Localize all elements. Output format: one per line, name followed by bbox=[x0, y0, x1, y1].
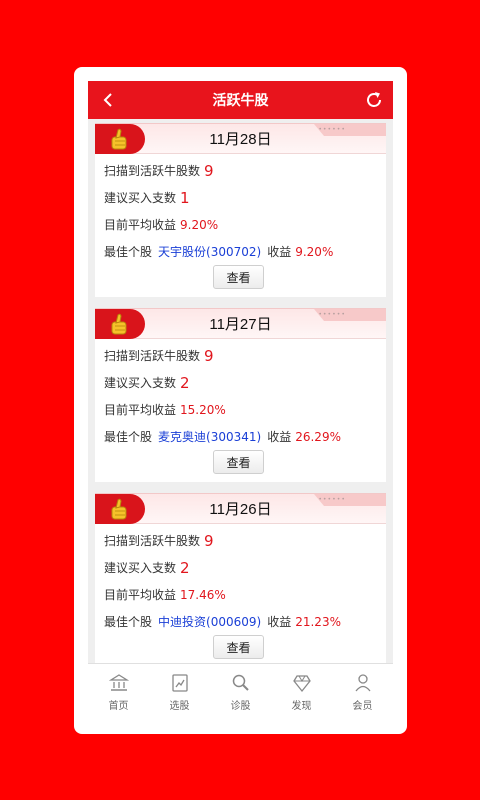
nav-pick-stock[interactable]: 选股 bbox=[149, 664, 210, 721]
best-return: 9.20% bbox=[295, 244, 334, 259]
nav-discover-label: 发现 bbox=[291, 701, 312, 712]
nav-diagnose[interactable]: 诊股 bbox=[210, 664, 271, 721]
card-date: 11月26日 bbox=[209, 501, 272, 518]
avg-return: 9.20% bbox=[180, 217, 219, 232]
suggest-count: 2 bbox=[180, 558, 190, 577]
card-header: •••••• 11月26日 bbox=[95, 494, 386, 524]
bank-icon bbox=[108, 674, 129, 691]
scanned-label: 扫描到活跃牛股数 bbox=[104, 349, 201, 363]
top-bar: 活跃牛股 bbox=[88, 81, 393, 119]
avg-return-row: 目前平均收益 9.20% bbox=[104, 211, 386, 238]
scanned-count-row: 扫描到活跃牛股数 9 bbox=[104, 342, 386, 369]
phone-frame: 活跃牛股 •••••• 11月28日 扫描到活跃牛股数 9 建议买入支数 1 目… bbox=[74, 67, 407, 734]
magnifier-icon bbox=[232, 674, 249, 691]
view-button[interactable]: 查看 bbox=[213, 450, 264, 474]
refresh-button[interactable] bbox=[363, 89, 385, 111]
avg-label: 目前平均收益 bbox=[104, 218, 177, 232]
nav-pick-stock-label: 选股 bbox=[169, 701, 190, 712]
suggest-label: 建议买入支数 bbox=[104, 561, 177, 575]
best-label: 最佳个股 bbox=[104, 245, 153, 259]
nav-home-label: 首页 bbox=[108, 701, 129, 712]
diamond-icon bbox=[292, 675, 311, 693]
scanned-count-row: 扫描到活跃牛股数 9 bbox=[104, 527, 386, 554]
suggest-label: 建议买入支数 bbox=[104, 191, 177, 205]
nav-member-label: 会员 bbox=[352, 701, 373, 712]
best-stock-row: 最佳个股 天宇股份(300702) 收益 9.20% bbox=[104, 238, 386, 265]
member-icon bbox=[354, 674, 371, 692]
best-stock-link[interactable]: 麦克奥迪(300341) bbox=[158, 428, 261, 445]
suggest-count-row: 建议买入支数 2 bbox=[104, 554, 386, 581]
document-chart-icon bbox=[171, 674, 188, 692]
view-button[interactable]: 查看 bbox=[213, 265, 264, 289]
best-stock-row: 最佳个股 中迪投资(000609) 收益 21.23% bbox=[104, 608, 386, 635]
stock-card-list[interactable]: •••••• 11月28日 扫描到活跃牛股数 9 建议买入支数 1 目前平均收益… bbox=[88, 119, 393, 663]
app-screen: 活跃牛股 •••••• 11月28日 扫描到活跃牛股数 9 建议买入支数 1 目… bbox=[88, 81, 393, 721]
gain-label: 收益 bbox=[267, 615, 292, 629]
daily-card: •••••• 11月27日 扫描到活跃牛股数 9 建议买入支数 2 目前平均收益… bbox=[95, 308, 386, 482]
avg-return-row: 目前平均收益 15.20% bbox=[104, 396, 386, 423]
suggest-label: 建议买入支数 bbox=[104, 376, 177, 390]
suggest-count-row: 建议买入支数 1 bbox=[104, 184, 386, 211]
view-button[interactable]: 查看 bbox=[213, 635, 264, 659]
card-header: •••••• 11月27日 bbox=[95, 309, 386, 339]
scanned-label: 扫描到活跃牛股数 bbox=[104, 164, 201, 178]
avg-label: 目前平均收益 bbox=[104, 403, 177, 417]
nav-diagnose-label: 诊股 bbox=[230, 701, 251, 712]
suggest-count: 1 bbox=[180, 188, 190, 207]
scanned-count-row: 扫描到活跃牛股数 9 bbox=[104, 157, 386, 184]
best-return: 21.23% bbox=[295, 614, 341, 629]
scanned-count: 9 bbox=[204, 531, 214, 550]
avg-label: 目前平均收益 bbox=[104, 588, 177, 602]
gain-label: 收益 bbox=[267, 430, 292, 444]
best-stock-link[interactable]: 中迪投资(000609) bbox=[158, 613, 261, 630]
suggest-count-row: 建议买入支数 2 bbox=[104, 369, 386, 396]
avg-return: 17.46% bbox=[180, 587, 226, 602]
card-date: 11月28日 bbox=[209, 131, 272, 148]
best-label: 最佳个股 bbox=[104, 430, 153, 444]
daily-card: •••••• 11月28日 扫描到活跃牛股数 9 建议买入支数 1 目前平均收益… bbox=[95, 123, 386, 297]
suggest-count: 2 bbox=[180, 373, 190, 392]
back-button[interactable] bbox=[98, 89, 118, 111]
chevron-left-icon bbox=[103, 93, 112, 107]
bottom-nav: 首页 选股 诊股 发现 会员 bbox=[88, 663, 393, 721]
best-stock-row: 最佳个股 麦克奥迪(300341) 收益 26.29% bbox=[104, 423, 386, 450]
avg-return: 15.20% bbox=[180, 402, 226, 417]
nav-home[interactable]: 首页 bbox=[88, 664, 149, 721]
best-stock-link[interactable]: 天宇股份(300702) bbox=[158, 243, 261, 260]
scanned-label: 扫描到活跃牛股数 bbox=[104, 534, 201, 548]
best-return: 26.29% bbox=[295, 429, 341, 444]
gain-label: 收益 bbox=[267, 245, 292, 259]
scanned-count: 9 bbox=[204, 161, 214, 180]
avg-return-row: 目前平均收益 17.46% bbox=[104, 581, 386, 608]
scanned-count: 9 bbox=[204, 346, 214, 365]
page-title: 活跃牛股 bbox=[212, 93, 269, 109]
refresh-icon bbox=[367, 92, 381, 107]
card-date: 11月27日 bbox=[209, 316, 272, 333]
daily-card: •••••• 11月26日 扫描到活跃牛股数 9 建议买入支数 2 目前平均收益… bbox=[95, 493, 386, 663]
card-header: •••••• 11月28日 bbox=[95, 124, 386, 154]
best-label: 最佳个股 bbox=[104, 615, 153, 629]
nav-member[interactable]: 会员 bbox=[332, 664, 393, 721]
nav-discover[interactable]: 发现 bbox=[271, 664, 332, 721]
